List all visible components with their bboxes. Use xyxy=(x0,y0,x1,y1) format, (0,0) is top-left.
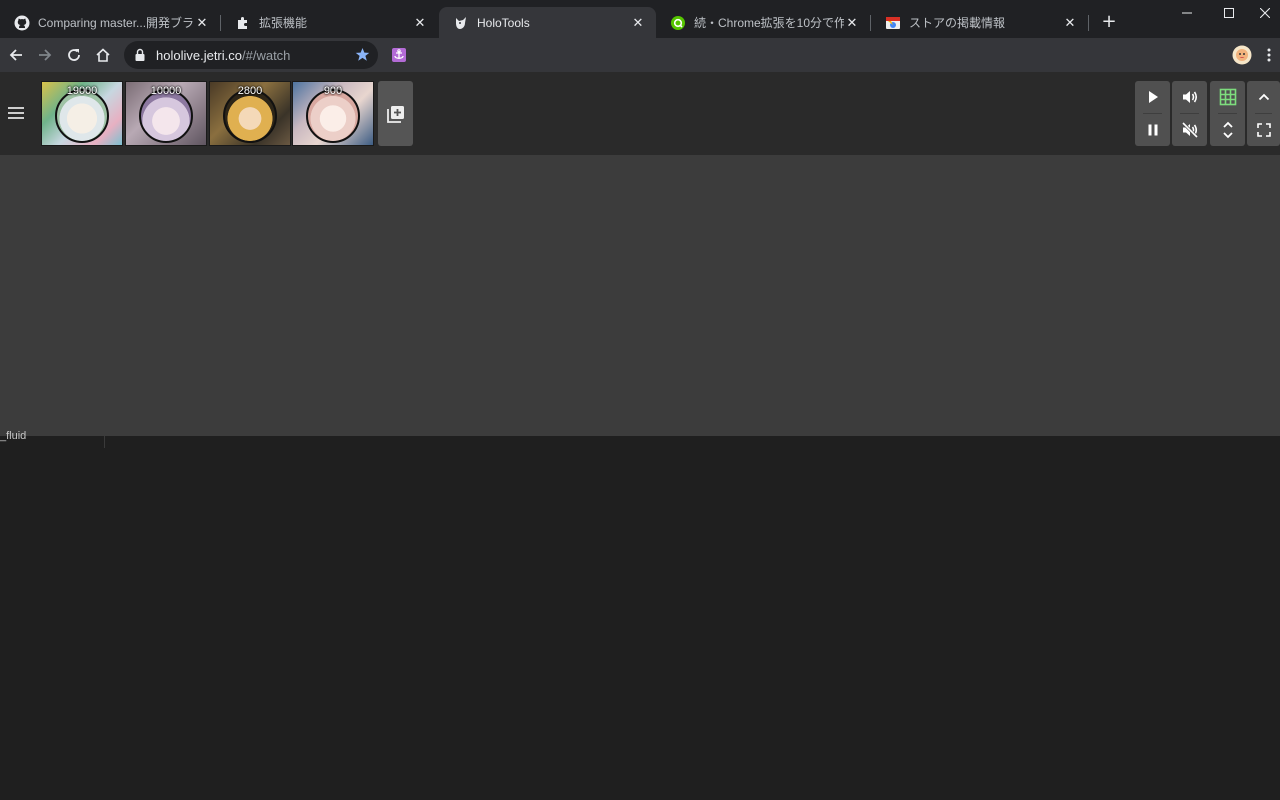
tab-webstore[interactable]: ストアの掲載情報 ✕ xyxy=(871,7,1088,38)
grid-layout-button[interactable] xyxy=(1210,81,1245,113)
tab-title: 拡張機能 xyxy=(259,16,308,30)
fullscreen-button[interactable] xyxy=(1247,114,1280,146)
arrow-right-icon xyxy=(39,49,52,61)
channel-thumbnail[interactable]: 19000 xyxy=(41,81,123,146)
github-icon xyxy=(14,15,30,31)
play-icon xyxy=(1148,91,1158,103)
pause-button[interactable] xyxy=(1135,114,1170,146)
fullscreen-icon xyxy=(1256,123,1271,137)
url-text: hololive.jetri.co/#/watch xyxy=(156,48,290,63)
browser-menu-button[interactable] xyxy=(1259,42,1279,68)
chevron-up-icon xyxy=(1258,93,1269,101)
tab-qiita[interactable]: 続・Chrome拡張を10分で作って公開 ✕ xyxy=(656,7,870,38)
channel-thumbnail[interactable]: 10000 xyxy=(125,81,207,146)
tab-close-button[interactable]: ✕ xyxy=(844,15,860,31)
profile-avatar[interactable] xyxy=(1229,42,1255,68)
extension-button[interactable] xyxy=(386,42,412,68)
tab-holotools[interactable]: HoloTools ✕ xyxy=(439,7,656,38)
qiita-icon xyxy=(670,15,686,31)
home-icon xyxy=(96,48,110,62)
library-add-icon xyxy=(386,105,404,123)
tab-title: Comparing master...開発ブランチ · xyxy=(38,16,194,30)
playback-control-group xyxy=(1135,81,1170,146)
channel-avatar xyxy=(139,89,193,143)
tab-title: HoloTools xyxy=(477,15,530,30)
tab-extensions[interactable]: 拡張機能 ✕ xyxy=(221,7,438,38)
viewer-count: 19000 xyxy=(66,85,98,97)
reload-button[interactable] xyxy=(61,42,87,68)
viewer-count: 10000 xyxy=(150,85,182,97)
url-host: hololive.jetri.co xyxy=(156,47,242,63)
window-close-button[interactable] xyxy=(1249,0,1280,26)
volume-up-icon xyxy=(1182,91,1197,103)
tab-close-button[interactable]: ✕ xyxy=(1062,15,1078,31)
holotools-header: 19000 10000 2800 900 xyxy=(0,72,1280,155)
tab-close-button[interactable]: ✕ xyxy=(630,15,646,31)
forward-button[interactable] xyxy=(32,42,58,68)
close-icon xyxy=(1259,8,1270,18)
hamburger-icon xyxy=(8,107,24,119)
holotools-icon xyxy=(453,15,469,31)
grid-icon xyxy=(1219,88,1236,106)
maximize-icon xyxy=(1224,8,1234,18)
tab-separator xyxy=(1088,15,1089,31)
viewer-count: 900 xyxy=(323,85,343,97)
pause-icon xyxy=(1148,124,1157,136)
layout-control-group xyxy=(1210,81,1245,146)
address-bar[interactable]: hololive.jetri.co/#/watch xyxy=(124,41,378,69)
anchor-icon xyxy=(392,48,406,62)
play-button[interactable] xyxy=(1135,81,1170,113)
background-text-fragment: _fluid xyxy=(0,430,27,442)
video-stage xyxy=(0,155,1280,436)
expand-collapse-button[interactable] xyxy=(1210,114,1245,146)
collapse-header-button[interactable] xyxy=(1247,81,1280,113)
volume-off-icon xyxy=(1181,121,1198,139)
mute-button[interactable] xyxy=(1172,114,1207,146)
unmute-button[interactable] xyxy=(1172,81,1207,113)
home-button[interactable] xyxy=(90,42,116,68)
channel-avatar xyxy=(306,89,360,143)
volume-control-group xyxy=(1172,81,1207,146)
puzzle-icon xyxy=(235,15,251,31)
view-control-group xyxy=(1247,81,1280,146)
unfold-icon xyxy=(1222,121,1233,139)
tab-github[interactable]: Comparing master...開発ブランチ · ✕ xyxy=(0,7,220,38)
minimize-icon xyxy=(1182,12,1192,14)
minimize-button[interactable] xyxy=(1165,0,1209,26)
tab-close-button[interactable]: ✕ xyxy=(412,15,428,31)
channel-avatar xyxy=(223,89,277,143)
tab-title: 続・Chrome拡張を10分で作って公開 xyxy=(694,16,844,30)
channel-thumbnail[interactable]: 900 xyxy=(292,81,374,146)
viewer-count: 2800 xyxy=(237,85,263,97)
maximize-button[interactable] xyxy=(1207,0,1251,26)
tab-title: ストアの掲載情報 xyxy=(909,16,1006,30)
background-window xyxy=(0,436,1280,800)
url-path: /#/watch xyxy=(242,47,291,63)
avatar-icon xyxy=(1232,45,1252,65)
add-channel-button[interactable] xyxy=(378,81,413,146)
lock-icon xyxy=(135,48,145,61)
webstore-icon xyxy=(885,15,901,31)
menu-button[interactable] xyxy=(6,105,26,121)
arrow-left-icon xyxy=(9,49,22,61)
channel-avatar xyxy=(55,89,109,143)
back-button[interactable] xyxy=(3,42,29,68)
tab-strip: Comparing master...開発ブランチ · ✕ 拡張機能 ✕ Hol… xyxy=(0,0,1280,38)
background-divider xyxy=(104,436,105,448)
tab-close-button[interactable]: ✕ xyxy=(194,15,210,31)
browser-toolbar: hololive.jetri.co/#/watch xyxy=(0,38,1280,72)
new-tab-button[interactable]: + xyxy=(1099,12,1119,32)
channel-thumbnail[interactable]: 2800 xyxy=(209,81,291,146)
reload-icon xyxy=(68,49,80,61)
bookmark-star-icon[interactable] xyxy=(355,47,370,66)
more-vert-icon xyxy=(1267,48,1271,62)
